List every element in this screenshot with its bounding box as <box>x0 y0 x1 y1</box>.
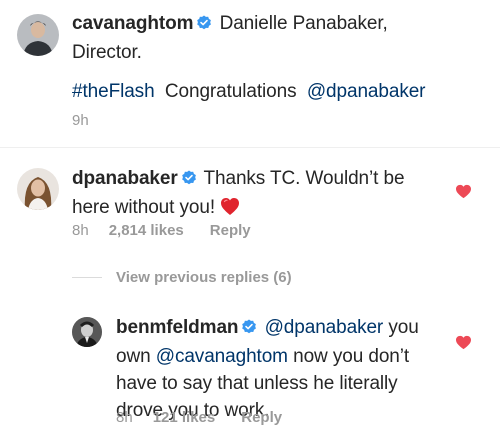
comment2-reply-button[interactable]: Reply <box>241 409 282 426</box>
comment1-meta: 8h 2,814 likes Reply <box>72 222 251 239</box>
comment2-meta: 8h 121 likes Reply <box>116 409 282 426</box>
username-benmfeldman[interactable]: benmfeldman <box>116 317 239 338</box>
verified-badge-icon <box>181 167 197 194</box>
caption-line2: Director. <box>72 42 142 63</box>
caption-timestamp: 9h <box>72 112 89 129</box>
avatar-dpanabaker[interactable] <box>17 168 59 210</box>
comment1-text: dpanabaker Thanks TC. Wouldn’t be here w… <box>72 165 452 224</box>
comment2-text1: you <box>388 317 419 338</box>
comment2-text3: have to say that unless he literally <box>116 373 398 394</box>
red-heart-emoji-icon <box>220 197 240 224</box>
caption-line1: Danielle Panabaker, <box>219 13 388 34</box>
comment1-reply-button[interactable]: Reply <box>210 222 251 239</box>
caption-tags: #theFlash Congratulations @dpanabaker <box>72 78 492 105</box>
mention-dpanabaker[interactable]: @dpanabaker <box>265 317 384 338</box>
verified-badge-icon <box>196 12 212 39</box>
like-heart-icon[interactable] <box>455 184 472 204</box>
view-previous-replies-button[interactable]: View previous replies (6) <box>116 269 292 286</box>
comment2-text: benmfeldman @dpanabaker you own @cavanag… <box>116 314 456 424</box>
mention-cavanaghtom[interactable]: @cavanaghtom <box>156 346 288 367</box>
comment2-text2b: now you don’t <box>293 346 410 367</box>
avatar-cavanaghtom[interactable] <box>17 14 59 56</box>
divider <box>0 147 500 148</box>
comment2-likes[interactable]: 121 likes <box>153 409 216 426</box>
caption-time: 9h <box>72 112 89 129</box>
username-cavanaghtom[interactable]: cavanaghtom <box>72 13 193 34</box>
like-heart-icon[interactable] <box>455 335 472 355</box>
comment2-time: 8h <box>116 409 133 426</box>
replies-separator-line <box>72 277 102 278</box>
caption-text: cavanaghtom Danielle Panabaker, Director… <box>72 10 492 66</box>
caption-congrats: Congratulations <box>164 81 297 102</box>
comment1-time: 8h <box>72 222 89 239</box>
comment1-line2: here without you! <box>72 197 215 218</box>
mention-dpanabaker[interactable]: @dpanabaker <box>307 81 426 102</box>
comment1-line1: Thanks TC. Wouldn’t be <box>203 168 405 189</box>
hashtag-theflash[interactable]: #theFlash <box>72 81 155 102</box>
comment1-likes[interactable]: 2,814 likes <box>109 222 184 239</box>
avatar-benmfeldman[interactable] <box>72 317 102 347</box>
username-dpanabaker[interactable]: dpanabaker <box>72 168 178 189</box>
verified-badge-icon <box>241 316 257 343</box>
comment2-text2a: own <box>116 346 151 367</box>
